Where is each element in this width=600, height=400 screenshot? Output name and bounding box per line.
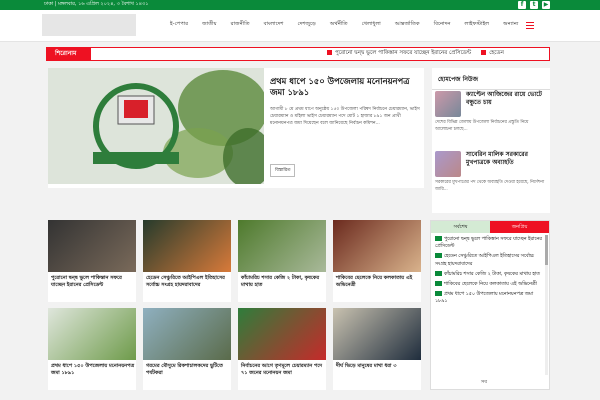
ticker-items: পুরোনো দ্বন্দ্ব ভুলে পাকিস্তান সফরে যাচ্… xyxy=(327,50,504,58)
news-card[interactable]: প্রথম ধাপে ১৫০ উপজেলায় মনোনয়নপত্র জমা … xyxy=(48,308,136,390)
news-card[interactable]: দীর্ঘ ভিড়ে মানুষের মাথা ধরা ৩ xyxy=(333,308,421,390)
top-bar: ঢাকা | মঙ্গলবার, ১৬ এপ্রিল ২০২৪, ৩ বৈশাখ… xyxy=(0,0,600,10)
hot-news-item[interactable]: ক্যাপ্টেন আজিজের রায়ে ভোটে বন্ধুতে চায়… xyxy=(432,88,550,144)
news-card-title[interactable]: পুরোনো দ্বন্দ্ব ভুলে পাকিস্তান সফরে যাচ্… xyxy=(51,275,135,290)
twitter-icon[interactable]: t xyxy=(530,1,538,9)
latest-popular-widget: সর্বশেষ জনপ্রিয় পুরোনো দ্বন্দ্ব ভুলে পা… xyxy=(430,220,550,390)
thumb-icon xyxy=(435,280,442,286)
nav-item-others[interactable]: অন্যান্য xyxy=(503,21,518,29)
square-bullet-icon xyxy=(481,50,487,55)
thumb-icon xyxy=(435,291,442,297)
news-card[interactable]: শাকিবের ছেলেকে নিয়ে কলকাতায় এই অভিনেত্… xyxy=(333,220,421,302)
nav-item-country[interactable]: দেশজুড়ে xyxy=(298,21,316,29)
hot-news-summary: দেশের বিভিন্ন জেলায় উপজেলা নির্বাচনের প… xyxy=(435,120,529,132)
latest-list: পুরোনো দ্বন্দ্ব ভুলে পাকিস্তান সফরে যাচ্… xyxy=(431,233,549,312)
news-card-title[interactable]: কাঁচামরিচ শসার কেজি ২ টাকা, কৃষকের মাথায… xyxy=(241,275,325,290)
tab-latest[interactable]: সর্বশেষ xyxy=(431,221,490,233)
news-card-title[interactable]: প্রথম ধাপে ১৫০ উপজেলায় মনোনয়নপত্র জমা … xyxy=(51,363,135,378)
hot-news-title[interactable]: সাবেরিন মালিক সরকারের মুখপাত্রকে অব্যাহত… xyxy=(466,151,546,167)
all-news-link[interactable]: সব xyxy=(481,379,487,387)
news-card-title[interactable]: হেডেন সেঞ্চুরিতে আইপিএল ইতিহাসের সর্বোচ্… xyxy=(146,275,230,290)
header: ই-পেপার জাতীয় রাজনীতি বাংলাদেশ দেশজুড়ে… xyxy=(0,10,600,42)
nav-item-bangladesh[interactable]: বাংলাদেশ xyxy=(264,21,284,29)
lead-story-title[interactable]: প্রথম ধাপে ১৫০ উপজেলায় মনোনয়নপত্র জমা … xyxy=(270,76,420,99)
news-card[interactable]: গরমের মৌসুমে রিকশাচালকদের ছুটিতে পর্যটকর… xyxy=(143,308,231,390)
nav-item-lifestyle[interactable]: লাইফস্টাইল xyxy=(465,21,490,29)
list-item[interactable]: কাঁচামরিচ শসার কেজি ২ টাকা, কৃষকের মাথায… xyxy=(435,270,545,278)
ticker-item[interactable]: পুরোনো দ্বন্দ্ব ভুলে পাকিস্তান সফরে যাচ্… xyxy=(327,50,471,58)
news-card-image[interactable] xyxy=(333,220,421,272)
widget-scrollbar[interactable] xyxy=(545,235,548,375)
news-card-image[interactable] xyxy=(143,308,231,360)
nav-item-economy[interactable]: অর্থনীতি xyxy=(330,21,348,29)
list-item[interactable]: পুরোনো দ্বন্দ্ব ভুলে পাকিস্তান সফরে যাচ্… xyxy=(435,236,545,250)
news-card-title[interactable]: শাকিবের ছেলেকে নিয়ে কলকাতায় এই অভিনেত্… xyxy=(336,275,420,290)
news-card-image[interactable] xyxy=(48,220,136,272)
tab-popular[interactable]: জনপ্রিয় xyxy=(490,221,549,233)
headline-ticker: শিরোনাম পুরোনো দ্বন্দ্ব ভুলে পাকিস্তান স… xyxy=(46,47,550,61)
nav-item-sports[interactable]: খেলাধুলা xyxy=(362,21,381,29)
news-card[interactable]: কাঁচামরিচ শসার কেজি ২ টাকা, কৃষকের মাথায… xyxy=(238,220,326,302)
hot-news-thumb[interactable] xyxy=(435,151,461,177)
news-card[interactable]: নির্বাচনের আগে তৃণমূলে চেয়ারম্যান পদে ৭… xyxy=(238,308,326,390)
hot-news-thumb[interactable] xyxy=(435,91,461,117)
nav-item-entertainment[interactable]: বিনোদন xyxy=(434,21,451,29)
main-nav: ই-পেপার জাতীয় রাজনীতি বাংলাদেশ দেশজুড়ে… xyxy=(170,21,532,29)
list-item[interactable]: শাকিবের ছেলেকে নিয়ে কলকাতায় এই অভিনেত্… xyxy=(435,280,545,288)
nav-item-politics[interactable]: রাজনীতি xyxy=(231,21,250,29)
news-card[interactable]: হেডেন সেঞ্চুরিতে আইপিএল ইতিহাসের সর্বোচ্… xyxy=(143,220,231,302)
social-links: f t ▶ xyxy=(518,1,550,9)
news-card-image[interactable] xyxy=(238,220,326,272)
nav-item-epaper[interactable]: ই-পেপার xyxy=(170,21,188,29)
youtube-icon[interactable]: ▶ xyxy=(542,1,550,9)
news-card[interactable]: পুরোনো দ্বন্দ্ব ভুলে পাকিস্তান সফরে যাচ্… xyxy=(48,220,136,302)
news-card-title[interactable]: দীর্ঘ ভিড়ে মানুষের মাথা ধরা ৩ xyxy=(336,363,420,370)
news-grid-row-1: পুরোনো দ্বন্দ্ব ভুলে পাকিস্তান সফরে যাচ্… xyxy=(48,220,428,302)
list-item[interactable]: হেডেন সেঞ্চুরিতে আইপিএল ইতিহাসের সর্বোচ্… xyxy=(435,253,545,267)
list-item[interactable]: প্রথম ধাপে ১৫০ উপজেলায় মনোনয়নপত্র জমা … xyxy=(435,291,545,305)
news-card-image[interactable] xyxy=(143,220,231,272)
hot-news-item[interactable]: সাবেরিন মালিক সরকারের মুখপাত্রকে অব্যাহত… xyxy=(432,148,550,204)
lead-story: প্রথম ধাপে ১৫০ উপজেলায় মনোনয়নপত্র জমা … xyxy=(48,68,424,188)
lead-story-summary: আগামী ৮ মে প্রথম ধাপে অনুষ্ঠেয় ১৫০ উপজে… xyxy=(270,107,420,127)
ticker-label: শিরোনাম xyxy=(47,48,91,60)
ticker-item[interactable]: হেডেন xyxy=(481,50,504,58)
news-card-image[interactable] xyxy=(333,308,421,360)
hot-news-summary: সরকারের মুখপাত্রের পদ থেকে অব্যাহতি দেওয… xyxy=(435,180,545,192)
nav-item-national[interactable]: জাতীয় xyxy=(202,21,217,29)
lead-story-image[interactable] xyxy=(48,68,264,184)
site-logo[interactable] xyxy=(42,14,136,36)
read-more-button[interactable]: বিস্তারিত xyxy=(270,164,296,177)
thumb-icon xyxy=(435,253,442,259)
facebook-icon[interactable]: f xyxy=(518,1,526,9)
widget-tabs: সর্বশেষ জনপ্রিয় xyxy=(431,221,549,233)
news-card-image[interactable] xyxy=(48,308,136,360)
nav-item-international[interactable]: আন্তর্জাতিক xyxy=(395,21,420,29)
news-card-title[interactable]: গরমের মৌসুমে রিকশাচালকদের ছুটিতে পর্যটকর… xyxy=(146,363,230,378)
hamburger-menu-icon[interactable] xyxy=(526,22,534,29)
thumb-icon xyxy=(435,270,442,276)
thumb-icon xyxy=(435,236,442,241)
hot-news-panel: হোমপেজ নিউজ ক্যাপ্টেন আজিজের রায়ে ভোটে … xyxy=(432,68,550,213)
news-card-title[interactable]: নির্বাচনের আগে তৃণমূলে চেয়ারম্যান পদে ৭… xyxy=(241,363,325,378)
square-bullet-icon xyxy=(327,50,332,55)
hot-news-heading: হোমপেজ নিউজ xyxy=(432,68,550,90)
news-card-image[interactable] xyxy=(238,308,326,360)
date-line: ঢাকা | মঙ্গলবার, ১৬ এপ্রিল ২০২৪, ৩ বৈশাখ… xyxy=(44,1,149,7)
hot-news-title[interactable]: ক্যাপ্টেন আজিজের রায়ে ভোটে বন্ধুতে চায় xyxy=(466,91,546,107)
news-grid-row-2: প্রথম ধাপে ১৫০ উপজেলায় মনোনয়নপত্র জমা … xyxy=(48,308,428,390)
